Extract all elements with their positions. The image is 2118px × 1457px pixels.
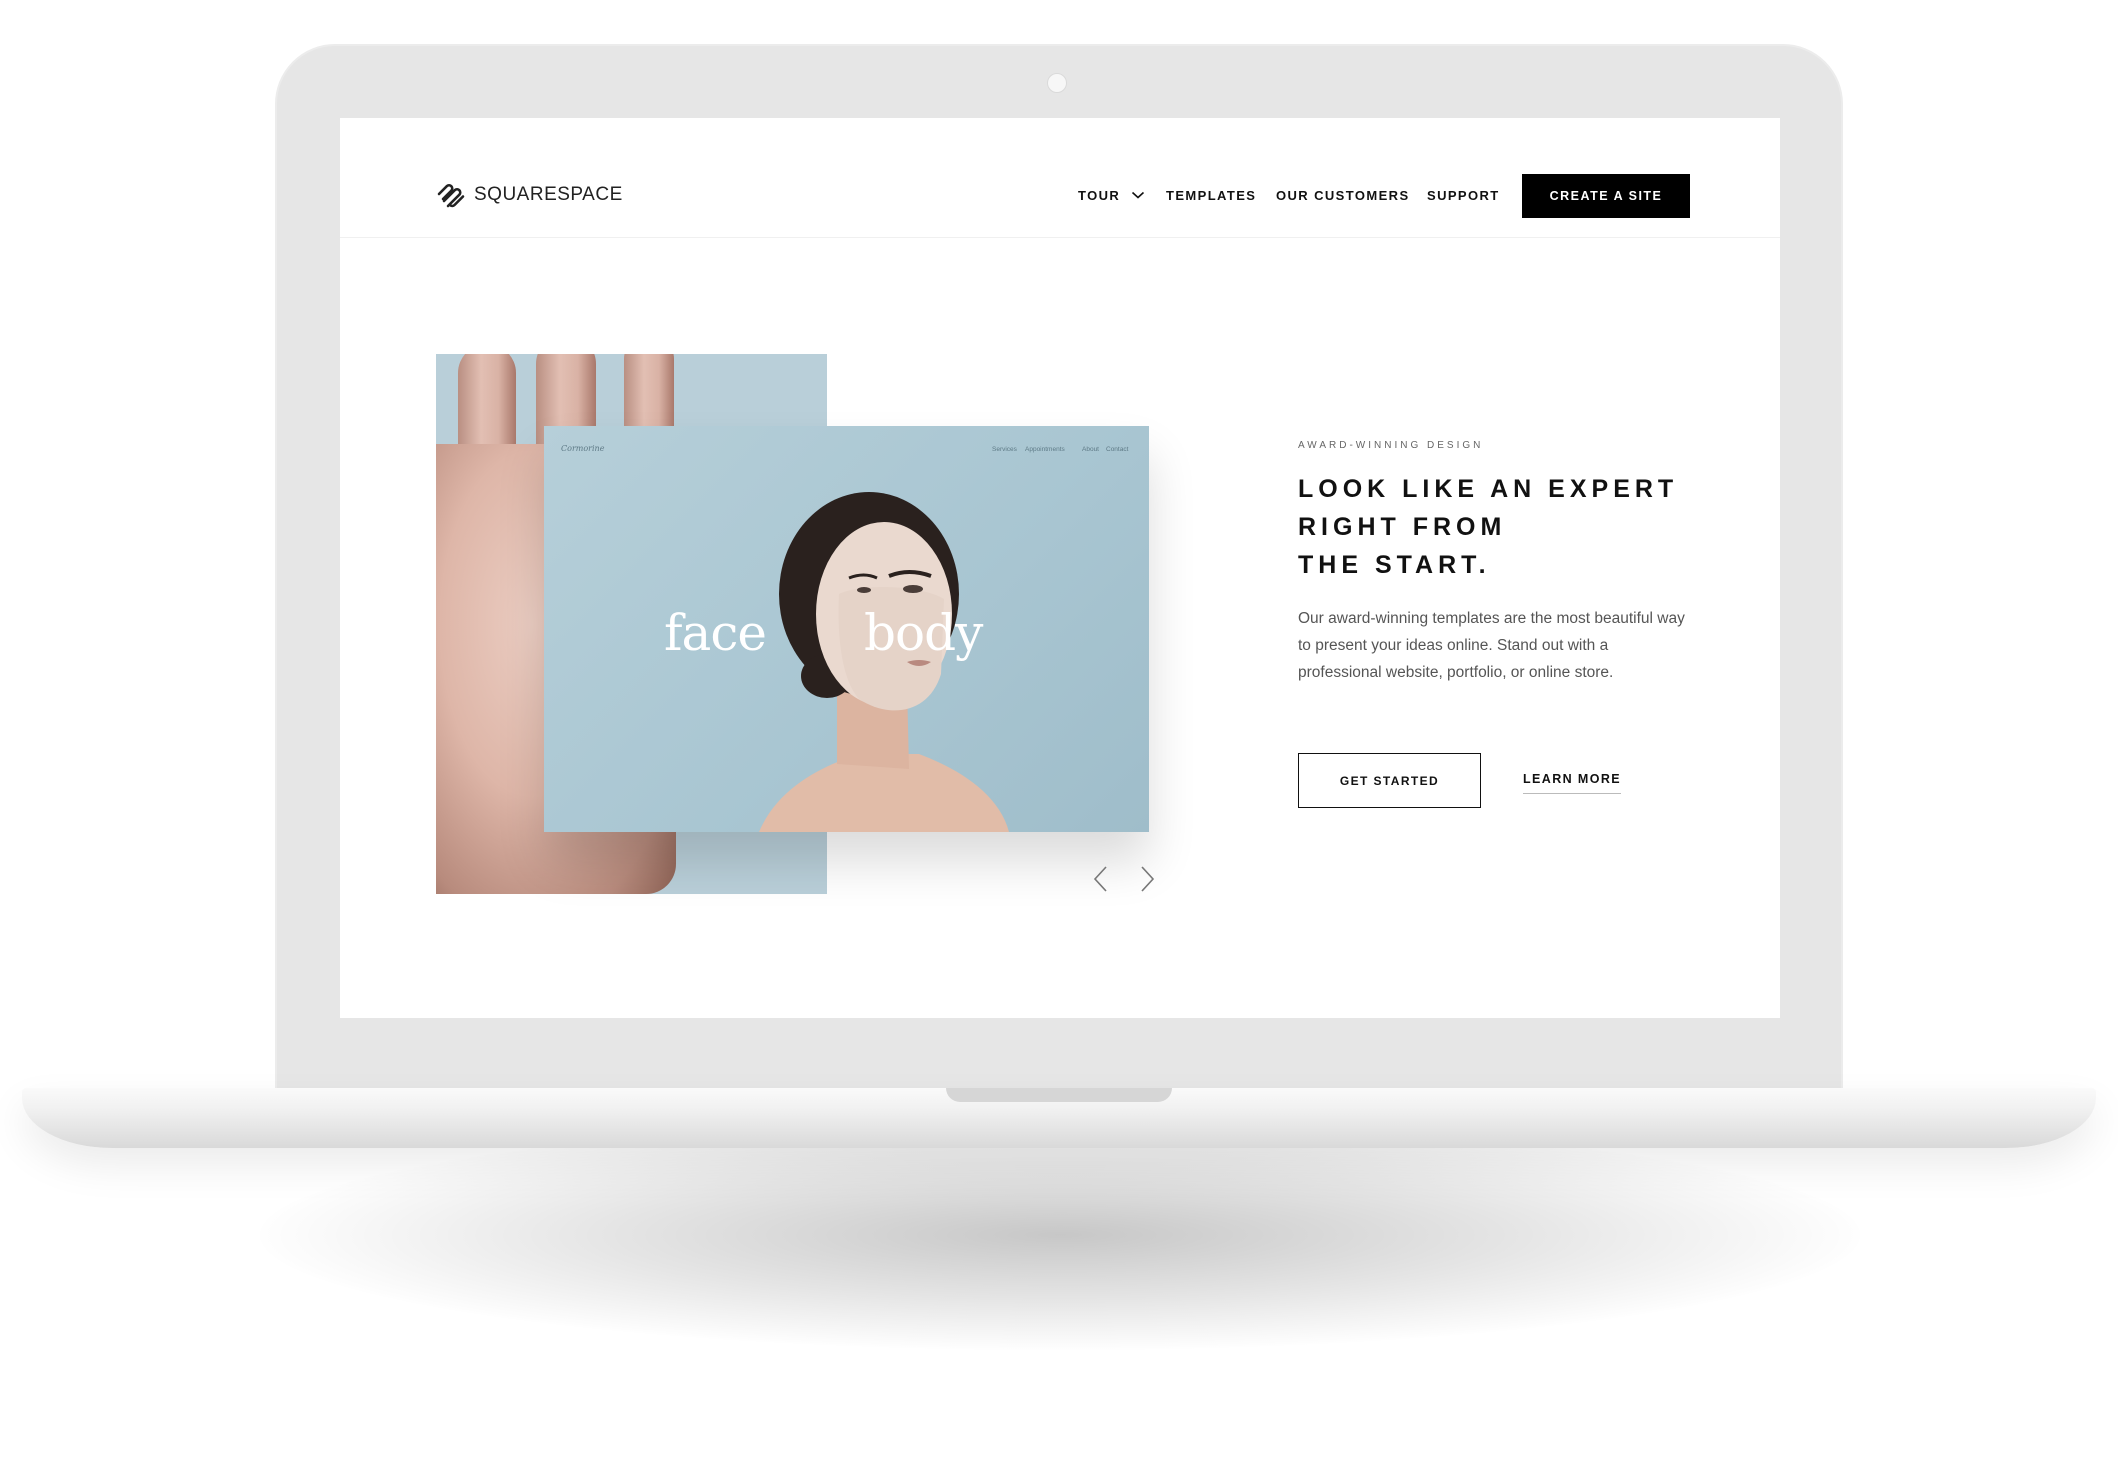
preview-nav-item: Services (992, 446, 1017, 453)
camera-icon (1047, 73, 1067, 93)
headline-line: THE START. (1298, 551, 1491, 579)
chevron-down-icon (1132, 191, 1145, 199)
site-header: SQUARESPACE TOUR TEMPLATES OUR CUSTOMERS… (340, 118, 1780, 238)
hero-eyebrow: AWARD-WINNING DESIGN (1298, 440, 1484, 451)
get-started-button[interactable]: GET STARTED (1298, 753, 1481, 808)
headline-line: LOOK LIKE AN EXPERT (1298, 475, 1679, 503)
template-preview[interactable]: Cormorine Services Appointments About Co… (544, 426, 1149, 832)
nav-item-label: TOUR (1078, 188, 1121, 203)
nav-item-templates[interactable]: TEMPLATES (1166, 188, 1256, 203)
chevron-left-icon[interactable] (1090, 864, 1112, 894)
laptop-screen: SQUARESPACE TOUR TEMPLATES OUR CUSTOMERS… (340, 118, 1780, 1018)
preview-nav-item: About (1082, 446, 1099, 453)
preview-site-logo: Cormorine (561, 444, 605, 453)
headline-line: RIGHT FROM (1298, 513, 1507, 541)
preview-nav-item: Contact (1106, 446, 1129, 453)
laptop-notch (946, 1088, 1172, 1102)
chevron-right-icon[interactable] (1136, 864, 1158, 894)
preview-word-face: face (664, 604, 767, 662)
create-site-button[interactable]: CREATE A SITE (1522, 174, 1690, 218)
preview-word-body: body (864, 604, 983, 662)
brand-logo[interactable]: SQUARESPACE (436, 182, 623, 208)
nav-item-tour[interactable]: TOUR (1078, 188, 1145, 203)
preview-nav-item: Appointments (1025, 446, 1065, 453)
squarespace-logo-icon (437, 184, 465, 208)
laptop-shadow (260, 1120, 1860, 1350)
hero-headline: LOOK LIKE AN EXPERT RIGHT FROM THE START… (1298, 470, 1718, 584)
learn-more-link[interactable]: LEARN MORE (1523, 772, 1622, 794)
nav-item-support[interactable]: SUPPORT (1427, 188, 1500, 203)
hero-description: Our award-winning templates are the most… (1298, 610, 1685, 681)
nav-item-our-customers[interactable]: OUR CUSTOMERS (1276, 188, 1410, 203)
brand-name: SQUARESPACE (474, 184, 623, 205)
